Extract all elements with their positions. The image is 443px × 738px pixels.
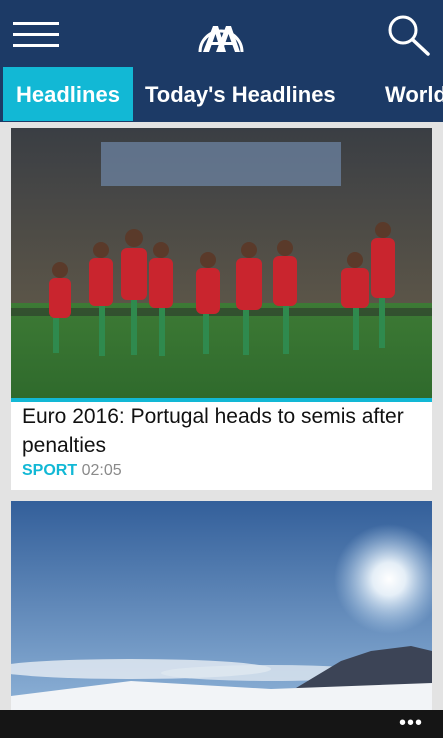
category-label[interactable]: SPORT <box>22 462 77 479</box>
football-team-celebration-photo <box>11 128 432 398</box>
more-options-icon[interactable]: ••• <box>399 713 423 733</box>
tab-todays-headlines[interactable]: Today's Headlines <box>145 67 336 121</box>
article-meta: SPORT 02:05 <box>22 462 122 480</box>
category-tabs: Headlines Today's Headlines World <box>0 66 443 122</box>
anadolu-agency-logo <box>198 26 244 53</box>
timestamp: 02:05 <box>81 462 122 479</box>
tab-headlines[interactable]: Headlines <box>3 67 133 121</box>
top-bar <box>0 0 443 66</box>
tab-world[interactable]: World <box>385 67 443 121</box>
snowy-landscape-sun-photo <box>11 501 432 713</box>
news-card[interactable] <box>11 501 432 713</box>
headline-title[interactable]: Euro 2016: Portugal heads to semis after… <box>22 402 422 460</box>
search-icon[interactable] <box>386 13 432 57</box>
news-card[interactable]: Euro 2016: Portugal heads to semis after… <box>11 128 432 490</box>
app-bar: ••• <box>0 710 443 738</box>
hamburger-menu-icon[interactable] <box>13 22 59 48</box>
